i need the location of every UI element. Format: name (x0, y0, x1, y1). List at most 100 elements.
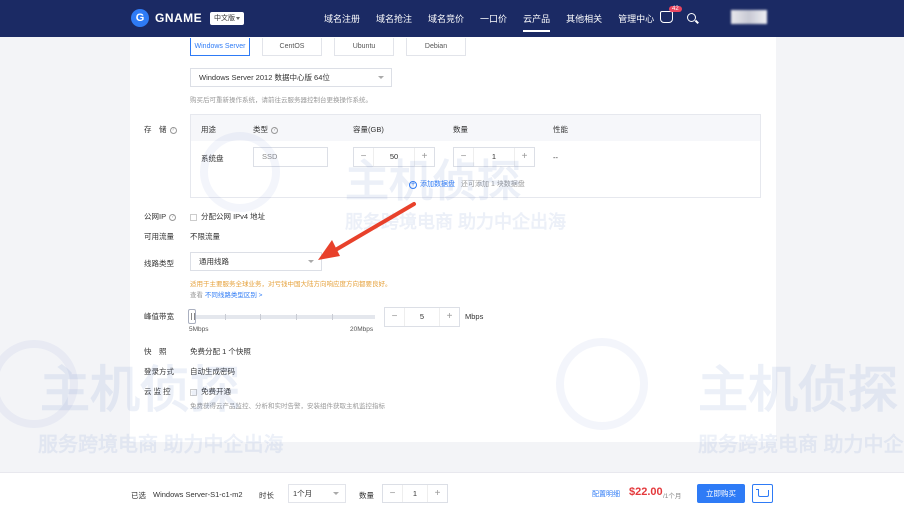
language-select[interactable]: 中文版 (210, 12, 244, 25)
snapshot-value: 免费分配 1 个快照 (190, 347, 251, 356)
user-avatar[interactable] (731, 10, 767, 24)
slider-max-label: 20Mbps (350, 326, 374, 333)
quantity-minus-button[interactable]: − (383, 485, 403, 502)
line-type-compare: 查看 不同线路类型区别 > (190, 292, 263, 299)
cart-badge: 42 (669, 6, 682, 12)
brand-name: GNAME (155, 11, 203, 25)
line-type-hint: 适用于主要服务全球业务，对亏钱中国大陆方向响应度方向都要良好。 (190, 281, 392, 288)
capacity-minus-button[interactable]: − (354, 148, 374, 166)
tab-ubuntu[interactable]: Ubuntu (334, 38, 394, 56)
help-icon[interactable]: ? (169, 213, 177, 221)
nav-cloud-products[interactable]: 云产品 (523, 12, 551, 32)
storage-table-header: 用途 类型? 容量(GB) 数量 性能 (191, 115, 760, 141)
traffic-label: 可用流量 (144, 232, 174, 241)
add-circle-icon[interactable]: + (409, 181, 417, 189)
nav-domain-backorder[interactable]: 域名抢注 (376, 12, 412, 25)
nav-other[interactable]: 其他相关 (566, 12, 602, 25)
public-ip-label: 公网IP? (144, 211, 177, 222)
col-capacity: 容量(GB) (353, 125, 384, 134)
quantity-label: 数量 (359, 491, 374, 500)
header-actions: 42 (660, 6, 696, 23)
slider-tick (332, 314, 333, 320)
monitor-hint: 免费获得云产品监控、分析和实时告警，安装组件获取主机监控指标 (190, 403, 385, 410)
nav-domain-register[interactable]: 域名注册 (324, 12, 360, 25)
config-details-link[interactable]: 配置明细 (592, 489, 620, 499)
os-image-select[interactable]: Windows Server 2012 数据中心版 64位 (190, 68, 392, 87)
os-image-value: Windows Server 2012 数据中心版 64位 (199, 73, 330, 82)
quantity-plus-button[interactable]: + (427, 485, 447, 502)
slider-tick (260, 314, 261, 320)
line-type-label: 线路类型 (144, 259, 174, 268)
price-period: /1个月 (663, 493, 682, 500)
red-arrow-annotation (318, 202, 416, 260)
search-icon[interactable] (687, 12, 696, 22)
buy-now-button[interactable]: 立即购买 (697, 484, 745, 503)
line-type-select[interactable]: 通用线路 (190, 252, 322, 271)
col-usage: 用途 (201, 125, 216, 134)
bandwidth-label: 峰值带宽 (144, 312, 174, 321)
slider-min-label: 5Mbps (189, 326, 209, 333)
add-to-cart-button[interactable] (752, 484, 773, 503)
chevron-down-icon (378, 76, 384, 79)
capacity-stepper: − 50 + (353, 147, 435, 167)
capacity-plus-button[interactable]: + (414, 148, 434, 166)
line-type-compare-link[interactable]: 不同线路类型区别 > (205, 292, 263, 299)
nav-fixed-price[interactable]: 一口价 (480, 12, 507, 25)
selected-label: 已选 (131, 491, 146, 500)
snapshot-label: 快 照 (144, 347, 167, 356)
bandwidth-unit: Mbps (465, 312, 484, 321)
bandwidth-value[interactable]: 5 (405, 308, 439, 326)
capacity-value[interactable]: 50 (374, 148, 414, 166)
help-icon[interactable]: ? (271, 126, 278, 134)
monitor-checkbox[interactable] (190, 388, 197, 396)
help-icon[interactable]: ? (169, 126, 177, 134)
slider-tick (225, 314, 226, 320)
disk-performance: -- (553, 153, 558, 162)
quantity-value[interactable]: 1 (403, 485, 427, 502)
slider-tick (296, 314, 297, 320)
brand-logo[interactable]: G GNAME (131, 9, 202, 27)
main-nav: 域名注册 域名抢注 域名竞价 一口价 云产品 其他相关 管理中心 (324, 12, 670, 32)
gname-logo-icon: G (131, 9, 149, 27)
arrow-shaft (330, 202, 416, 254)
add-data-disk: + 添加数据盘 还可添加 1 块数据盘 (409, 179, 525, 189)
nav-console[interactable]: 管理中心 (618, 12, 654, 25)
col-count: 数量 (453, 125, 468, 134)
login-label: 登录方式 (144, 367, 174, 376)
tab-debian[interactable]: Debian (406, 38, 466, 56)
arrow-head (318, 240, 340, 260)
selected-value: Windows Server-S1-c1-m2 (153, 490, 243, 499)
add-data-disk-link[interactable]: 添加数据盘 (420, 181, 455, 188)
traffic-value: 不限流量 (190, 232, 220, 241)
count-plus-button[interactable]: + (514, 148, 534, 166)
bandwidth-minus-button[interactable]: − (385, 308, 405, 326)
total-price: $22.00 (629, 486, 663, 498)
count-minus-button[interactable]: − (454, 148, 474, 166)
duration-select[interactable]: 1个月 (288, 484, 346, 503)
public-ip-option[interactable]: 分配公网 IPv4 地址 (190, 211, 265, 222)
cart-icon[interactable]: 42 (660, 6, 682, 23)
quantity-stepper: − 1 + (382, 484, 448, 503)
monitor-label: 云 监 控 (144, 387, 171, 396)
disk-usage: 系统盘 (201, 154, 224, 163)
line-type-value: 通用线路 (199, 257, 229, 266)
tab-windows-server[interactable]: Windows Server (190, 38, 250, 56)
bandwidth-plus-button[interactable]: + (439, 308, 459, 326)
watermark-logo-icon (0, 340, 78, 428)
bandwidth-slider-track[interactable] (190, 315, 375, 319)
count-value[interactable]: 1 (474, 148, 514, 166)
duration-label: 时长 (259, 491, 274, 500)
bandwidth-slider-handle[interactable] (188, 309, 196, 324)
login-value: 自动生成密码 (190, 367, 235, 376)
top-nav-bar: G GNAME 中文版 域名注册 域名抢注 域名竞价 一口价 云产品 其他相关 … (0, 0, 904, 37)
public-ip-checkbox[interactable] (190, 213, 197, 221)
disk-type-select[interactable]: SSD (253, 147, 328, 167)
order-summary-bar: 已选 Windows Server-S1-c1-m2 时长 1个月 数量 − 1… (0, 472, 904, 512)
add-disk-hint: 还可添加 1 块数据盘 (461, 181, 525, 188)
storage-label: 存 储? (144, 124, 177, 135)
tab-centos[interactable]: CentOS (262, 38, 322, 56)
disk-count-stepper: − 1 + (453, 147, 535, 167)
monitor-option[interactable]: 免费开通 (190, 386, 231, 397)
nav-domain-auction[interactable]: 域名竞价 (428, 12, 464, 25)
col-type: 类型? (253, 124, 278, 135)
